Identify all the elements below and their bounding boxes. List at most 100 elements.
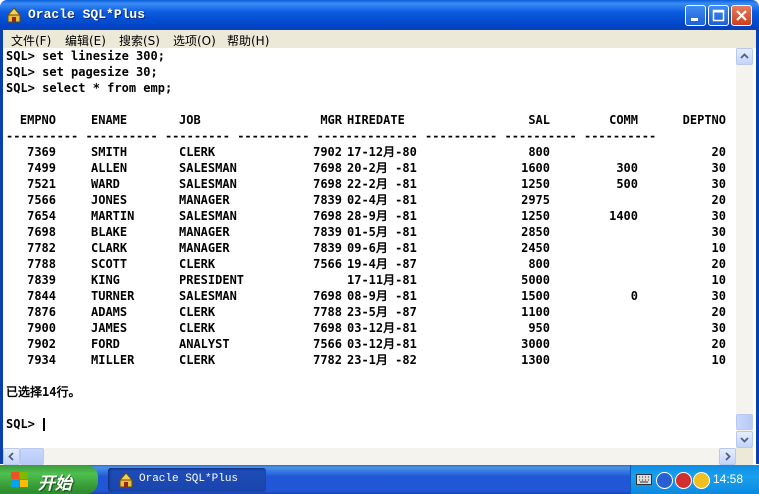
table-cell: MANAGER [179,241,230,255]
table-cell: SALESMAN [179,177,237,191]
vertical-scrollbar[interactable] [736,48,753,448]
table-cell: 500 [616,177,638,191]
keyboard-icon[interactable] [636,474,652,485]
security-shield-icon[interactable] [675,472,692,489]
column-header: MGR [320,113,342,127]
table-cell: 10 [711,241,726,255]
table-cell: 22-2月 -81 [347,177,417,191]
system-tray: 14:58 [630,465,759,494]
menu-search[interactable]: 搜索(S) [119,32,160,49]
table-cell: SALESMAN [179,209,237,223]
table-cell: 7902 [27,337,56,351]
window-title: Oracle SQL*Plus [28,7,146,22]
table-cell: 2850 [521,225,550,239]
table-cell: 20 [711,305,726,319]
chevron-right-icon [725,452,731,461]
table-cell: 7839 [313,225,342,239]
column-header: ENAME [91,113,128,127]
command-line: SQL> select * from emp; [6,81,173,95]
table-cell: 7782 [313,353,342,367]
table-cell: 7934 [27,353,56,367]
scroll-right-button[interactable] [719,448,736,465]
table-cell: 17-11月-81 [347,273,417,287]
table-cell: ANALYST [179,337,230,351]
table-cell: 7654 [27,209,56,223]
minimize-icon [691,18,698,21]
prompt: SQL> [6,417,35,431]
table-row: 7934 MILLER CLERK 7782 23-1月 -82 1300 10 [6,352,731,368]
menu-help[interactable]: 帮助(H) [227,32,269,49]
table-cell: CLERK [179,145,216,159]
table-cell: 7782 [27,241,56,255]
table-cell: 7902 [313,145,342,159]
table-cell: 7788 [27,257,56,271]
table-cell: 2450 [521,241,550,255]
close-button[interactable] [731,5,752,26]
table-cell: 1250 [521,177,550,191]
table-cell: 01-5月 -81 [347,225,417,239]
table-cell: 28-9月 -81 [347,209,417,223]
app-icon [6,7,22,23]
table-cell: PRESIDENT [179,273,245,287]
table-cell: 7369 [27,145,56,159]
column-header: DEPTNO [682,113,726,127]
table-cell: 950 [528,321,550,335]
table-cell: SALESMAN [179,289,237,303]
table-cell: CLARK [91,241,128,255]
menu-file[interactable]: 文件(F) [11,32,51,49]
table-cell: 03-12月-81 [347,337,417,351]
table-cell: 800 [528,257,550,271]
menu-options[interactable]: 选项(O) [173,32,216,49]
table-row: 7788 SCOTT CLERK 7566 19-4月 -87 800 20 [6,256,731,272]
table-cell: 3000 [521,337,550,351]
table-cell: 30 [711,177,726,191]
table-cell: 20 [711,337,726,351]
table-cell: 02-4月 -81 [347,193,417,207]
menu-edit[interactable]: 编辑(E) [65,32,106,49]
table-cell: 03-12月-81 [347,321,417,335]
maximize-button[interactable] [708,5,729,26]
table-cell: CLERK [179,305,216,319]
scroll-down-button[interactable] [736,431,753,448]
alert-icon[interactable] [693,472,710,489]
table-cell: 30 [711,321,726,335]
table-cell: 5000 [521,273,550,287]
table-row: 7499 ALLEN SALESMAN 7698 20-2月 -81 1600 300 30 [6,160,731,176]
table-cell: 30 [711,289,726,303]
table-cell: 7788 [313,305,342,319]
size-grip[interactable] [736,448,753,465]
table-row: 7654 MARTIN SALESMAN 7698 28-9月 -81 1250 1400 3… [6,208,731,224]
scroll-up-button[interactable] [736,48,753,65]
table-cell: 7698 [313,209,342,223]
table-cell: 800 [528,145,550,159]
close-icon [736,10,747,21]
table-cell: MANAGER [179,193,230,207]
vertical-scroll-thumb[interactable] [736,414,753,430]
column-header: COMM [609,113,638,127]
table-separator: ---------- ---------- --------- --------… [6,129,657,143]
scroll-left-button[interactable] [3,448,20,465]
horizontal-scrollbar[interactable] [3,448,736,465]
table-cell: 20 [711,145,726,159]
table-row: 7566 JONES MANAGER 7839 02-4月 -81 2975 20 [6,192,731,208]
table-cell: 1600 [521,161,550,175]
start-button[interactable]: 开始 [0,465,98,494]
taskbar-item-label: Oracle SQL*Plus [139,473,239,485]
minimize-button[interactable] [685,5,706,26]
network-icon[interactable] [656,472,673,489]
table-cell: 1400 [609,209,638,223]
taskbar: 开始 Oracle SQL*Plus 14:58 [0,465,759,494]
prompt-line[interactable]: SQL> [6,416,46,432]
table-cell: FORD [91,337,120,351]
table-cell: MILLER [91,353,135,367]
taskbar-item-sqlplus[interactable]: Oracle SQL*Plus [108,468,266,492]
table-row: 7876 ADAMS CLERK 7788 23-5月 -87 1100 20 [6,304,731,320]
title-bar[interactable]: Oracle SQL*Plus [0,0,759,30]
console-output[interactable]: SQL> set linesize 300; SQL> set pagesize… [3,48,736,448]
table-cell: CLERK [179,321,216,335]
table-cell: 7698 [27,225,56,239]
table-cell: 7900 [27,321,56,335]
horizontal-scroll-thumb[interactable] [20,448,44,465]
result-message: 已选择14行。 [6,385,81,399]
table-cell: JAMES [91,321,128,335]
